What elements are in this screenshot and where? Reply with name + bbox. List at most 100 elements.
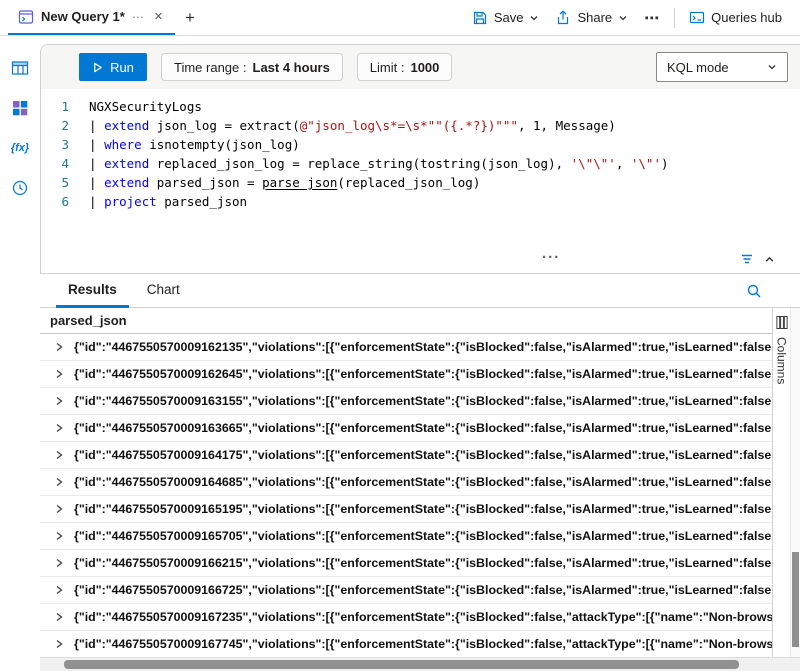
results-settings-icon[interactable] [740, 252, 754, 266]
expand-chevron-icon[interactable] [54, 504, 64, 514]
columns-tool-panel[interactable]: Columns [772, 308, 790, 657]
expand-chevron-icon[interactable] [54, 369, 64, 379]
horizontal-scrollbar-thumb[interactable] [64, 660, 739, 669]
column-header-parsed-json[interactable]: parsed_json [40, 308, 772, 334]
code-line[interactable]: | project parsed_json [89, 192, 669, 211]
command-bar: Save Share ⋯ [464, 5, 800, 31]
vertical-scrollbar-thumb[interactable] [792, 552, 799, 646]
table-row[interactable]: {"id":"4467550570009163665","violations"… [40, 415, 772, 442]
columns-panel-label: Columns [775, 337, 789, 384]
line-number: 2 [41, 116, 69, 135]
expand-chevron-icon[interactable] [54, 612, 64, 622]
search-icon[interactable] [746, 283, 762, 299]
collapsed-region-dots[interactable]: ... [542, 245, 561, 262]
table-row[interactable]: {"id":"4467550570009167235","violations"… [40, 604, 772, 631]
tab-chart[interactable]: Chart [135, 275, 192, 308]
query-tab-title: New Query 1* [41, 9, 125, 24]
grid-rows: {"id":"4467550570009162135","violations"… [40, 334, 772, 657]
table-row[interactable]: {"id":"4467550570009165705","violations"… [40, 523, 772, 550]
queries-hub-icon [689, 10, 705, 26]
expand-chevron-icon[interactable] [54, 531, 64, 541]
code-lines: NGXSecurityLogs| extend json_log = extra… [89, 97, 669, 249]
kql-mode-select[interactable]: KQL mode [656, 52, 788, 82]
save-icon [472, 10, 488, 26]
tab-results[interactable]: Results [56, 275, 129, 308]
dashboards-icon[interactable] [8, 96, 32, 120]
time-range-control[interactable]: Time range : Last 4 hours [161, 53, 343, 81]
expand-chevron-icon[interactable] [54, 342, 64, 352]
editor-footer: ... [41, 249, 800, 273]
tab-chart-label: Chart [147, 282, 180, 297]
functions-icon[interactable]: {fx} [8, 136, 32, 160]
row-json-text: {"id":"4467550570009164175","violations"… [74, 448, 772, 462]
query-tab[interactable]: New Query 1* ⋯ ✕ [8, 0, 175, 35]
share-button[interactable]: Share [547, 6, 636, 30]
line-number: 3 [41, 135, 69, 154]
save-button[interactable]: Save [464, 6, 548, 30]
expand-chevron-icon[interactable] [54, 585, 64, 595]
table-row[interactable]: {"id":"4467550570009162135","violations"… [40, 334, 772, 361]
code-line[interactable]: NGXSecurityLogs [89, 97, 669, 116]
divider [674, 8, 675, 28]
query-editor[interactable]: 123456 NGXSecurityLogs| extend json_log … [41, 89, 800, 249]
vertical-scrollbar[interactable] [790, 308, 800, 657]
columns-icon [776, 316, 788, 329]
query-tab-icon [18, 9, 34, 25]
row-json-text: {"id":"4467550570009163155","violations"… [74, 394, 772, 408]
tab-menu-icon[interactable]: ⋯ [132, 10, 145, 24]
code-line[interactable]: | extend parsed_json = parse_json(replac… [89, 173, 669, 192]
query-toolbar: Run Time range : Last 4 hours Limit : 10… [41, 45, 800, 89]
row-json-text: {"id":"4467550570009162645","violations"… [74, 367, 772, 381]
column-header-label: parsed_json [50, 313, 127, 328]
code-line[interactable]: | extend json_log = extract(@"json_log\s… [89, 116, 669, 135]
expand-chevron-icon[interactable] [54, 423, 64, 433]
table-row[interactable]: {"id":"4467550570009166215","violations"… [40, 550, 772, 577]
table-row[interactable]: {"id":"4467550570009164685","violations"… [40, 469, 772, 496]
table-row[interactable]: {"id":"4467550570009167745","violations"… [40, 631, 772, 657]
share-label: Share [577, 10, 612, 25]
table-row[interactable]: {"id":"4467550570009166725","violations"… [40, 577, 772, 604]
new-tab-button[interactable]: + [185, 8, 195, 28]
horizontal-scrollbar[interactable] [40, 657, 800, 671]
results-grid: parsed_json {"id":"4467550570009162135",… [40, 308, 800, 657]
expand-chevron-icon[interactable] [54, 558, 64, 568]
run-button[interactable]: Run [79, 53, 147, 81]
expand-chevron-icon[interactable] [54, 396, 64, 406]
play-icon [92, 62, 103, 73]
limit-control[interactable]: Limit : 1000 [357, 53, 453, 81]
expand-chevron-icon[interactable] [54, 477, 64, 487]
share-icon [555, 10, 571, 26]
row-json-text: {"id":"4467550570009162135","violations"… [74, 340, 772, 354]
code-line[interactable]: | where isnotempty(json_log) [89, 135, 669, 154]
row-json-text: {"id":"4467550570009163665","violations"… [74, 421, 772, 435]
line-number: 5 [41, 173, 69, 192]
row-json-text: {"id":"4467550570009164685","violations"… [74, 475, 772, 489]
row-json-text: {"id":"4467550570009166725","violations"… [74, 583, 772, 597]
chevron-down-icon [767, 62, 777, 72]
data-tables-icon[interactable] [8, 56, 32, 80]
queries-hub-button[interactable]: Queries hub [681, 6, 790, 30]
kql-mode-value: KQL mode [667, 60, 729, 75]
collapse-panel-chevron-up-icon[interactable] [764, 254, 775, 265]
row-json-text: {"id":"4467550570009165195","violations"… [74, 502, 772, 516]
app-window: New Query 1* ⋯ ✕ + Save Share [0, 0, 800, 671]
row-json-text: {"id":"4467550570009167745","violations"… [74, 637, 772, 651]
row-json-text: {"id":"4467550570009166215","violations"… [74, 556, 772, 570]
time-range-label: Time range : [174, 60, 247, 75]
table-row[interactable]: {"id":"4467550570009163155","violations"… [40, 388, 772, 415]
save-label: Save [494, 10, 524, 25]
tab-close-icon[interactable]: ✕ [152, 10, 165, 23]
history-icon[interactable] [8, 176, 32, 200]
time-range-value: Last 4 hours [253, 60, 330, 75]
line-number: 1 [41, 97, 69, 116]
results-tabs: Results Chart [40, 274, 800, 308]
more-options-button[interactable]: ⋯ [636, 5, 668, 31]
table-row[interactable]: {"id":"4467550570009165195","violations"… [40, 496, 772, 523]
expand-chevron-icon[interactable] [54, 639, 64, 649]
expand-chevron-icon[interactable] [54, 450, 64, 460]
table-row[interactable]: {"id":"4467550570009162645","violations"… [40, 361, 772, 388]
query-panel: Run Time range : Last 4 hours Limit : 10… [40, 44, 800, 274]
code-line[interactable]: | extend replaced_json_log = replace_str… [89, 154, 669, 173]
queries-hub-label: Queries hub [711, 10, 782, 25]
table-row[interactable]: {"id":"4467550570009164175","violations"… [40, 442, 772, 469]
